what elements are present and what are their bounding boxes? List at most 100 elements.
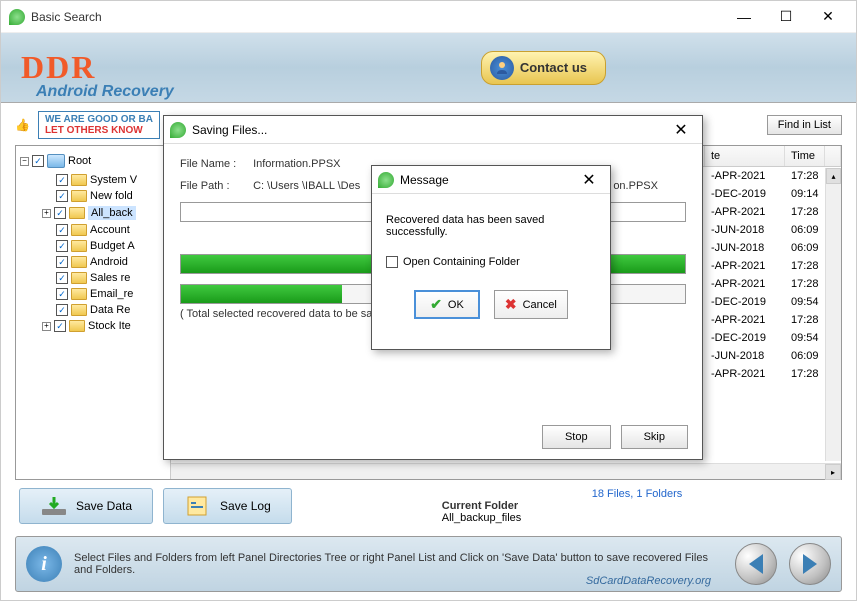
save-log-icon [184, 495, 212, 517]
horizontal-scrollbar[interactable]: ▸ [171, 463, 841, 479]
contact-label: Contact us [520, 60, 587, 75]
file-count-link[interactable]: 18 Files, 1 Folders [592, 488, 682, 500]
info-icon: i [26, 546, 62, 582]
cell-time: 06:09 [785, 221, 825, 239]
cell-date: -APR-2021 [705, 365, 785, 383]
scroll-right-icon[interactable]: ▸ [825, 464, 841, 480]
cancel-button[interactable]: ✖ Cancel [494, 290, 568, 319]
stop-button[interactable]: Stop [542, 425, 611, 449]
message-buttons: ✔ OK ✖ Cancel [386, 290, 596, 319]
skip-button[interactable]: Skip [621, 425, 688, 449]
nav-forward-button[interactable] [789, 543, 831, 585]
cell-time: 06:09 [785, 239, 825, 257]
checkbox[interactable]: ✓ [54, 207, 66, 219]
footer-bar: i Select Files and Folders from left Pan… [15, 536, 842, 592]
cell-time: 09:14 [785, 185, 825, 203]
filepath-label: File Path : [180, 180, 250, 192]
filename-label: File Name : [180, 158, 250, 170]
filename-value: Information.PPSX [253, 158, 340, 170]
folder-tree[interactable]: − ✓ Root ✓System V✓New fold+✓All_back✓Ac… [16, 146, 171, 479]
contact-us-button[interactable]: Contact us [481, 51, 606, 85]
checkbox[interactable]: ✓ [54, 320, 66, 332]
maximize-button[interactable]: ☐ [766, 5, 806, 29]
cell-date: -APR-2021 [705, 275, 785, 293]
tree-item[interactable]: ✓New fold [42, 188, 166, 204]
message-icon [378, 172, 394, 188]
vertical-scrollbar[interactable]: ▴ [825, 168, 841, 461]
nav-back-button[interactable] [735, 543, 777, 585]
titlebar: Basic Search — ☐ ✕ [1, 1, 856, 33]
saving-close-button[interactable]: ✕ [666, 120, 696, 140]
minimize-button[interactable]: — [724, 5, 764, 29]
cell-time: 17:28 [785, 167, 825, 185]
folder-icon [71, 174, 87, 186]
message-body: Recovered data has been saved successful… [372, 194, 610, 329]
folder-icon [71, 304, 87, 316]
action-bar: Save Data Save Log 18 Files, 1 Folders C… [15, 480, 842, 532]
tree-item[interactable]: +✓All_back [42, 204, 166, 222]
open-folder-checkbox-row[interactable]: ✓ Open Containing Folder [386, 256, 596, 268]
cell-date: -DEC-2019 [705, 185, 785, 203]
message-close-button[interactable]: ✕ [574, 170, 604, 190]
save-log-button[interactable]: Save Log [163, 488, 292, 524]
cell-date: -APR-2021 [705, 257, 785, 275]
tree-item[interactable]: ✓ Data Re [42, 302, 166, 318]
folder-icon [71, 224, 87, 236]
checkbox[interactable]: ✓ [56, 304, 68, 316]
drive-icon [47, 154, 65, 168]
save-data-button[interactable]: Save Data [19, 488, 153, 524]
ok-button[interactable]: ✔ OK [414, 290, 480, 319]
scroll-up-icon[interactable]: ▴ [826, 168, 841, 184]
check-icon: ✔ [430, 296, 442, 313]
tree-item-label: Android [90, 256, 128, 268]
column-time[interactable]: Time [785, 146, 825, 166]
checkbox[interactable]: ✓ [56, 174, 68, 186]
message-title: Message [400, 173, 449, 187]
feedback-slogan: WE ARE GOOD OR BA LET OTHERS KNOW [38, 111, 160, 139]
tree-item[interactable]: ✓Email_re [42, 286, 166, 302]
brand-subtitle: Android Recovery [36, 83, 174, 101]
cell-time: 17:28 [785, 275, 825, 293]
saving-dialog-titlebar: Saving Files... ✕ [164, 116, 702, 144]
open-folder-checkbox[interactable]: ✓ [386, 256, 398, 268]
checkbox[interactable]: ✓ [56, 224, 68, 236]
thumbs-up-icon: 👍 [15, 118, 30, 132]
save-data-icon [40, 495, 68, 517]
tree-item[interactable]: ✓Budget A [42, 238, 166, 254]
header-banner: DDR Android Recovery Contact us [1, 33, 856, 103]
checkbox[interactable]: ✓ [56, 256, 68, 268]
tree-root[interactable]: − ✓ Root [20, 152, 166, 170]
folder-icon [71, 240, 87, 252]
folder-icon [69, 320, 85, 332]
checkbox[interactable]: ✓ [56, 240, 68, 252]
checkbox[interactable]: ✓ [32, 155, 44, 167]
expand-icon[interactable]: + [42, 209, 51, 218]
tree-item[interactable]: ✓ Account [42, 222, 166, 238]
tree-item-label: Account [90, 224, 130, 236]
tree-children: ✓System V✓New fold+✓All_back✓Account✓Bud… [42, 172, 166, 334]
cell-time: 17:28 [785, 365, 825, 383]
tree-item-label: Sales re [90, 272, 130, 284]
column-date[interactable]: te [705, 146, 785, 166]
footer-link[interactable]: SdCardDataRecovery.org [586, 575, 711, 587]
current-folder-value: All_backup_files [442, 512, 522, 524]
expand-icon[interactable]: + [42, 322, 51, 331]
save-log-label: Save Log [220, 499, 271, 513]
message-text: Recovered data has been saved successful… [386, 214, 596, 238]
cell-time: 09:54 [785, 329, 825, 347]
tree-item-label: Data Re [90, 304, 130, 316]
checkbox[interactable]: ✓ [56, 272, 68, 284]
collapse-icon[interactable]: − [20, 157, 29, 166]
checkbox[interactable]: ✓ [56, 288, 68, 300]
tree-item[interactable]: ✓ Android [42, 254, 166, 270]
checkbox[interactable]: ✓ [56, 190, 68, 202]
cell-date: -JUN-2018 [705, 239, 785, 257]
tree-item[interactable]: ✓ Sales re [42, 270, 166, 286]
close-button[interactable]: ✕ [808, 5, 848, 29]
cell-time: 17:28 [785, 203, 825, 221]
cell-time: 06:09 [785, 347, 825, 365]
tree-item[interactable]: ✓System V [42, 172, 166, 188]
tree-item[interactable]: +✓Stock Ite [42, 318, 166, 334]
folder-icon [71, 256, 87, 268]
find-in-list-button[interactable]: Find in List [767, 115, 842, 135]
